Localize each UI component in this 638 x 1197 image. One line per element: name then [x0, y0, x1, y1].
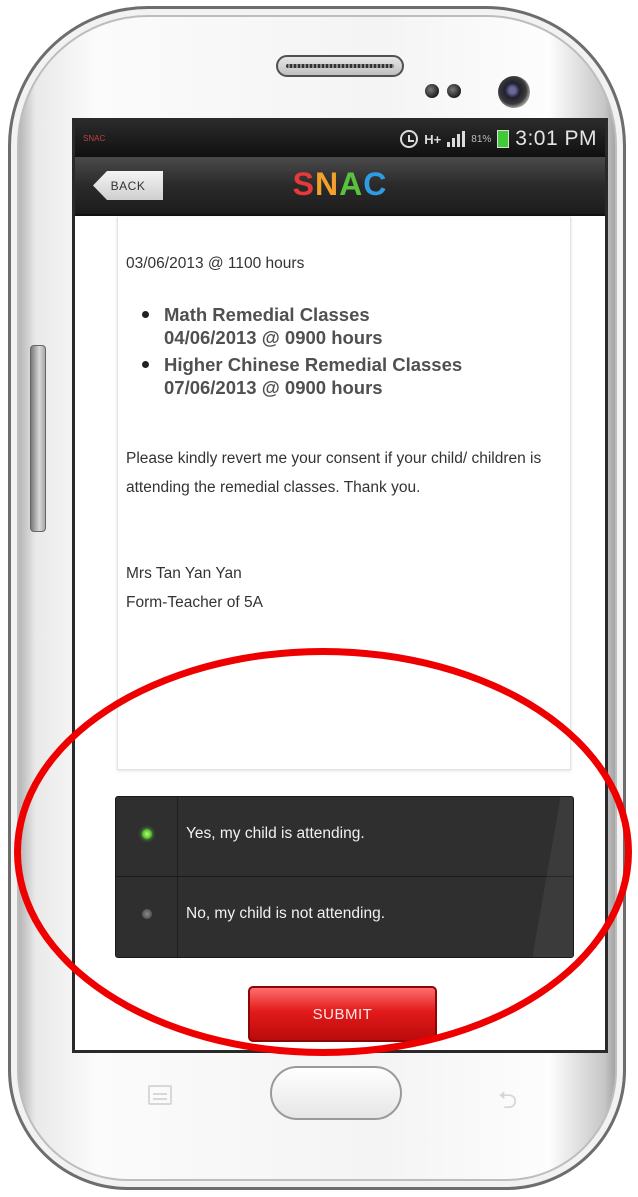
- menu-key-icon[interactable]: [148, 1085, 172, 1105]
- volume-key[interactable]: [30, 345, 46, 532]
- alarm-icon: [400, 130, 419, 148]
- status-clock: 3:01 PM: [515, 127, 597, 150]
- class-title: Higher Chinese Remedial Classes: [164, 354, 463, 375]
- consent-request-text: Please kindly revert me your consent if …: [126, 450, 542, 496]
- class-list: Math Remedial Classes 04/06/2013 @ 0900 …: [141, 303, 463, 403]
- light-sensor: [447, 84, 461, 98]
- app-logo: SNAC: [75, 166, 605, 203]
- class-time: 04/06/2013 @ 0900 hours: [164, 327, 383, 348]
- signature-name: Mrs Tan Yan Yan: [126, 565, 242, 582]
- logo-letter: N: [315, 166, 340, 202]
- list-item: Higher Chinese Remedial Classes 07/06/20…: [141, 353, 463, 399]
- earpiece-speaker: [276, 55, 404, 77]
- status-bar: SNAC H+ 81% 3:01 PM: [75, 121, 605, 157]
- status-icons: H+ 81% 3:01 PM: [400, 121, 597, 157]
- highlight-ring: [14, 648, 632, 1056]
- logo-letter: C: [363, 166, 388, 202]
- status-app-label: SNAC: [83, 134, 106, 143]
- proximity-sensor: [425, 84, 439, 98]
- list-item: Math Remedial Classes 04/06/2013 @ 0900 …: [141, 303, 462, 349]
- signature-role: Form-Teacher of 5A: [126, 594, 263, 611]
- class-time: 07/06/2013 @ 0900 hours: [164, 377, 383, 398]
- battery-percent: 81%: [471, 133, 492, 145]
- battery-icon: [497, 130, 510, 148]
- home-button[interactable]: [270, 1066, 402, 1120]
- signal-icon: [447, 131, 466, 147]
- logo-letter: A: [339, 166, 364, 202]
- back-key-icon[interactable]: ⮌: [498, 1083, 517, 1124]
- logo-letter: S: [292, 166, 315, 202]
- network-type-icon: H+: [424, 131, 442, 147]
- class-title: Math Remedial Classes: [164, 304, 370, 325]
- app-title-bar: BACK SNAC: [75, 157, 605, 216]
- message-date: 03/06/2013 @ 1100 hours: [126, 255, 305, 272]
- front-camera: [498, 76, 530, 108]
